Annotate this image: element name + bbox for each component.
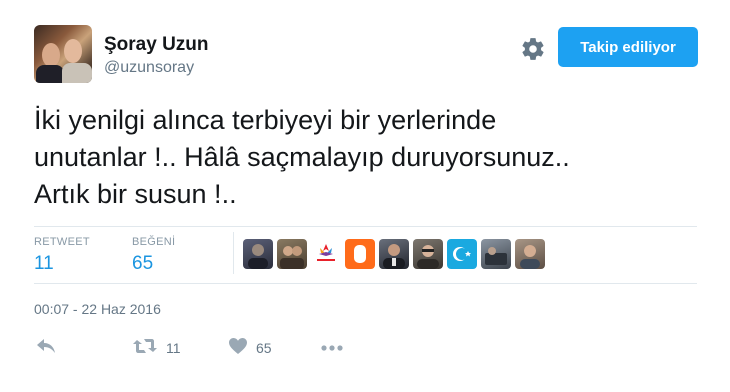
retweet-button[interactable]: 11	[132, 338, 181, 358]
liker-avatar-4[interactable]	[345, 239, 375, 269]
author-avatar[interactable]	[34, 25, 92, 83]
reply-icon	[36, 337, 56, 360]
avatar-face-2	[64, 39, 82, 63]
like-label: BEĞENİ	[132, 236, 176, 248]
bizimbilgi-logo-icon[interactable]	[311, 239, 341, 269]
like-button[interactable]: 65	[228, 337, 272, 360]
like-action-count: 65	[256, 340, 272, 356]
liker-avatar-1[interactable]	[243, 239, 273, 269]
following-button[interactable]: Takip ediliyor	[558, 27, 698, 67]
liker-avatar-6[interactable]	[413, 239, 443, 269]
like-count[interactable]: 65	[132, 253, 153, 275]
tweet-text: İki yenilgi alınca terbiyeyi bir yerleri…	[34, 105, 570, 209]
flag-icon[interactable]	[447, 239, 477, 269]
avatar-face-1	[42, 43, 60, 67]
avatar-body-1	[36, 65, 64, 83]
heart-icon	[228, 337, 248, 360]
liker-avatar-9[interactable]	[515, 239, 545, 269]
more-button[interactable]	[320, 338, 344, 358]
author-handle[interactable]: @uzunsoray	[104, 59, 194, 77]
liker-avatar-2[interactable]	[277, 239, 307, 269]
retweet-label: RETWEET	[34, 236, 90, 248]
retweet-icon	[132, 337, 158, 360]
stats-separator	[233, 232, 234, 274]
retweet-action-count: 11	[166, 340, 181, 356]
divider-top	[34, 226, 697, 227]
liker-avatar-8[interactable]	[481, 239, 511, 269]
avatar-body-2	[62, 63, 92, 83]
tweet-timestamp[interactable]: 00:07 - 22 Haz 2016	[34, 301, 161, 317]
liker-avatar-5[interactable]	[379, 239, 409, 269]
retweet-count[interactable]: 11	[34, 253, 54, 275]
divider-bottom	[34, 283, 697, 284]
gear-icon[interactable]	[520, 36, 546, 62]
more-icon	[320, 339, 344, 357]
reply-button[interactable]	[36, 338, 56, 358]
author-name[interactable]: Şoray Uzun	[104, 34, 209, 56]
